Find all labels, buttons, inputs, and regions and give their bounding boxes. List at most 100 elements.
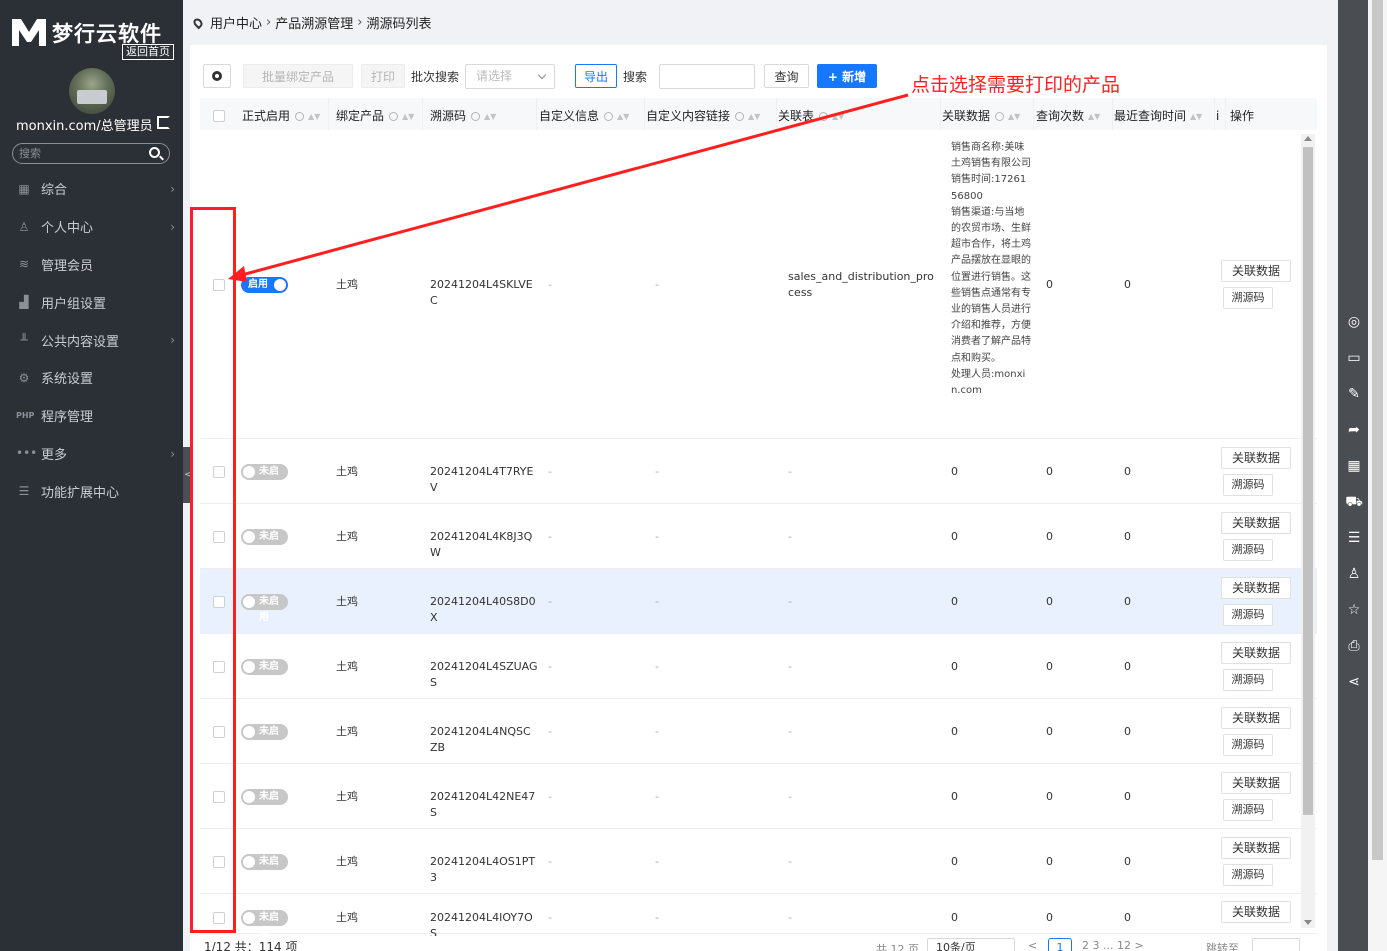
scrollbar-thumb[interactable]: [1303, 147, 1313, 815]
pagination-current-page[interactable]: 1: [1048, 938, 1072, 951]
print-button[interactable]: 打印: [361, 64, 405, 88]
scroll-up-icon[interactable]: [1304, 136, 1312, 141]
breadcrumb-item-trace-management[interactable]: 产品溯源管理: [275, 13, 353, 32]
user-name[interactable]: monxin.com/总管理员: [16, 115, 153, 134]
sidebar-item[interactable]: PHP 程序管理: [0, 397, 183, 435]
message-icon[interactable]: ▭: [1345, 349, 1363, 367]
sidebar-item[interactable]: ≋ 管理会员: [0, 246, 183, 284]
table-row[interactable]: 未启用 土鸡 20241204L4SZUAGS - - -0 0 0 关联数据 溯源码: [200, 634, 1317, 699]
page-scrollbar[interactable]: [1368, 0, 1387, 951]
row-checkbox[interactable]: [213, 595, 225, 608]
trace-code-button[interactable]: 溯源码: [1223, 603, 1273, 626]
pagination-other-pages[interactable]: 2 3 ... 12 >: [1082, 939, 1144, 951]
breadcrumb-item-user-center[interactable]: 用户中心: [210, 13, 262, 32]
sidebar-item[interactable]: ••• 更多 ›: [0, 435, 183, 473]
trace-code-button[interactable]: 溯源码: [1223, 733, 1273, 756]
trace-code-button[interactable]: 溯源码: [1223, 863, 1273, 886]
table-row[interactable]: 未启用 土鸡 20241204L4T7RYEV - - -0 0 0 关联数据 溯源码: [200, 439, 1317, 504]
search-input[interactable]: [659, 63, 756, 89]
search-icon[interactable]: [389, 112, 399, 121]
add-button[interactable]: + 新增: [817, 64, 878, 88]
pagination-prev[interactable]: <: [1028, 939, 1037, 951]
search-icon[interactable]: [149, 147, 160, 158]
search-icon[interactable]: [735, 112, 745, 121]
sort-icon[interactable]: ▲▼: [748, 113, 760, 121]
sort-icon[interactable]: ▲▼: [308, 113, 320, 121]
search-icon[interactable]: [819, 112, 829, 121]
sidebar-item[interactable]: ☰ 功能扩展中心: [0, 472, 183, 510]
enable-toggle[interactable]: 未启用: [241, 593, 288, 623]
page-size-select[interactable]: 10条/页: [927, 938, 1015, 951]
related-data-button[interactable]: 关联数据: [1221, 706, 1291, 729]
related-data-button[interactable]: 关联数据: [1221, 901, 1291, 923]
table-row[interactable]: 未启用 土鸡 20241204L4NQSCZB - - - 0 0 0 关联数据 溯源码: [200, 699, 1317, 764]
search-icon[interactable]: [471, 112, 481, 121]
sort-icon[interactable]: ▲▼: [1008, 113, 1020, 121]
page-scrollbar-thumb[interactable]: [1372, 0, 1383, 860]
enable-toggle[interactable]: 未启用: [241, 658, 288, 688]
edit-icon[interactable]: ✎: [1345, 385, 1363, 403]
row-checkbox[interactable]: [213, 790, 225, 803]
related-data-button[interactable]: 关联数据: [1221, 576, 1291, 599]
list-icon[interactable]: ☰: [1345, 529, 1363, 547]
sort-icon[interactable]: ▲▼: [1190, 113, 1202, 121]
select-all-checkbox[interactable]: [213, 110, 225, 122]
enable-toggle[interactable]: 未启用: [241, 910, 288, 939]
search-icon[interactable]: [295, 112, 305, 121]
table-row[interactable]: 未启用 土鸡 20241204L4OS1PT3- - -0 0 0 关联数据 溯源码: [200, 829, 1317, 894]
query-button[interactable]: 查询: [764, 64, 810, 88]
row-checkbox[interactable]: [213, 660, 225, 673]
sidebar-item[interactable]: ♙ 个人中心 ›: [0, 208, 183, 246]
wechat-icon[interactable]: ◎: [1345, 313, 1363, 331]
enable-toggle[interactable]: 未启用: [241, 788, 288, 818]
cart-icon[interactable]: ⛟: [1345, 493, 1363, 511]
back-home-link[interactable]: 返回首页: [122, 44, 174, 60]
jump-to-input[interactable]: [1252, 938, 1300, 951]
scroll-down-icon[interactable]: [1304, 920, 1312, 925]
row-checkbox[interactable]: [213, 278, 225, 291]
enable-toggle[interactable]: 启用: [241, 276, 288, 293]
enable-toggle[interactable]: 未启用: [241, 853, 288, 883]
settings-button[interactable]: [203, 64, 231, 88]
table-scrollbar[interactable]: [1301, 134, 1315, 928]
qrcode-icon[interactable]: ▦: [1345, 457, 1363, 475]
trace-code-button[interactable]: 溯源码: [1223, 473, 1273, 496]
share-icon[interactable]: ⋖: [1345, 673, 1363, 691]
batch-select[interactable]: 请选择: [465, 63, 556, 89]
trace-code-button[interactable]: 溯源码: [1223, 668, 1273, 691]
trace-code-button[interactable]: 溯源码: [1223, 538, 1273, 561]
sort-icon[interactable]: ▲▼: [832, 113, 844, 121]
avatar[interactable]: [69, 68, 115, 114]
logo[interactable]: 梦行云软件 返回首页: [10, 14, 175, 60]
row-checkbox[interactable]: [213, 912, 225, 924]
related-data-button[interactable]: 关联数据: [1221, 259, 1291, 282]
sort-icon[interactable]: ▲▼: [1088, 113, 1100, 121]
related-data-button[interactable]: 关联数据: [1221, 836, 1291, 859]
trace-code-button[interactable]: 溯源码: [1223, 286, 1273, 309]
sidebar-item[interactable]: ▟ 用户组设置: [0, 283, 183, 321]
related-data-button[interactable]: 关联数据: [1221, 511, 1291, 534]
row-checkbox[interactable]: [213, 725, 225, 738]
enable-toggle[interactable]: 未启用: [241, 463, 288, 493]
enable-toggle[interactable]: 未启用: [241, 528, 288, 558]
table-row[interactable]: 未启用 土鸡 20241204L4K8J3QW - - - 0 0 0 关联数据 溯源码: [200, 504, 1317, 569]
table-row[interactable]: 未启用 土鸡 20241204L40S8D0X - - -0 0 0 关联数据 溯源码: [200, 569, 1317, 634]
sidebar-item[interactable]: ▦ 综合 ›: [0, 170, 183, 208]
related-data-button[interactable]: 关联数据: [1221, 446, 1291, 469]
batch-bind-button[interactable]: 批量绑定产品: [243, 64, 353, 88]
star-icon[interactable]: ☆: [1345, 601, 1363, 619]
row-checkbox[interactable]: [213, 855, 225, 868]
export-button[interactable]: 导出: [575, 64, 618, 88]
row-checkbox[interactable]: [213, 465, 225, 478]
logout-icon[interactable]: [157, 116, 170, 129]
row-checkbox[interactable]: [213, 530, 225, 543]
sidebar-search-input[interactable]: [13, 144, 133, 163]
sidebar-item[interactable]: ╨ 公共内容设置 ›: [0, 321, 183, 359]
sort-icon[interactable]: ▲▼: [402, 113, 414, 121]
sort-icon[interactable]: ▲▼: [617, 113, 629, 121]
enable-toggle[interactable]: 未启用: [241, 723, 288, 753]
search-icon[interactable]: [995, 112, 1005, 121]
related-data-button[interactable]: 关联数据: [1221, 641, 1291, 664]
table-row[interactable]: 未启用 土鸡 20241204L42NE47S - - -0 0 0 关联数据 溯源码: [200, 764, 1317, 829]
search-icon[interactable]: [604, 112, 614, 121]
